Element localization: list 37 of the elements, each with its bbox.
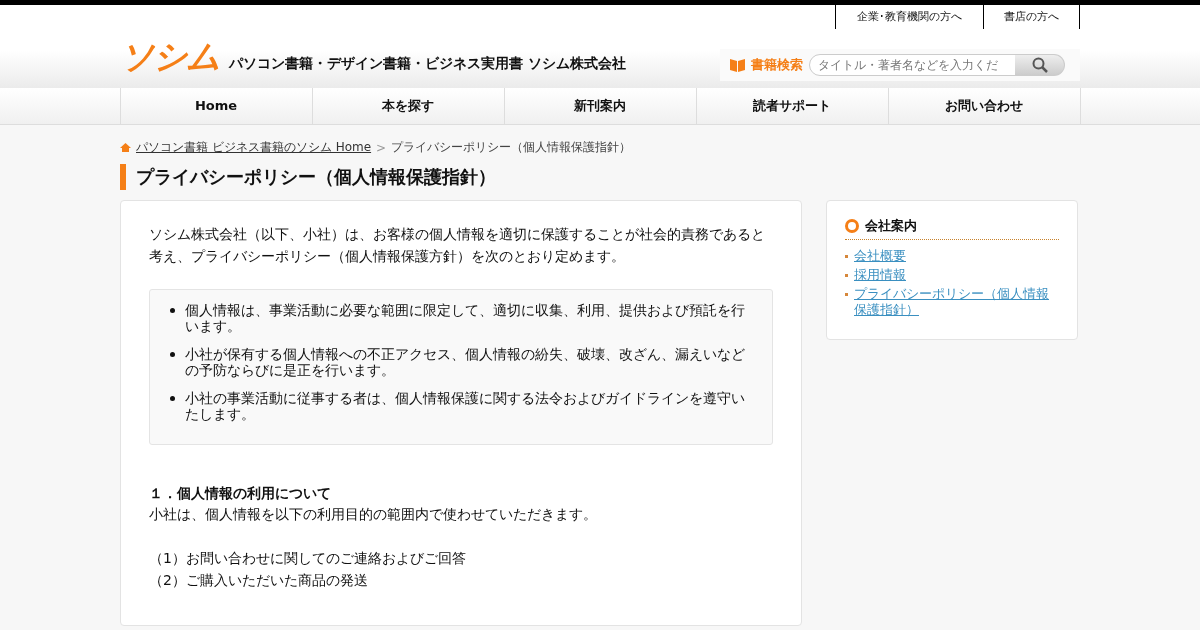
nav-tab[interactable]: お問い合わせ <box>888 88 1081 124</box>
principle-text: 小社が保有する個人情報への不正アクセス、個人情報の紛失、破壊、改ざん、漏えいなどの予防ならびに是正を行います。 <box>185 346 746 378</box>
search-button[interactable] <box>1015 54 1065 76</box>
sidebar-link[interactable]: プライバシーポリシー（個人情報保護指針） <box>854 286 1059 318</box>
nav-tab[interactable]: 本を探す <box>312 88 505 124</box>
page-title: プライバシーポリシー（個人情報保護指針） <box>120 164 1080 190</box>
bullet-icon <box>845 255 848 258</box>
nav-tab[interactable]: Home <box>120 88 313 124</box>
purpose-item: （2）ご購入いただいた商品の発送 <box>149 571 369 590</box>
bullet-icon <box>845 293 848 296</box>
sidebar-link[interactable]: 採用情報 <box>854 267 906 283</box>
sidebar-link[interactable]: 会社概要 <box>854 248 906 264</box>
bullet-icon <box>170 308 175 313</box>
top-link[interactable]: 書店の方へ <box>983 5 1080 29</box>
breadcrumb-link[interactable]: パソコン書籍 ビジネス書籍のソシム Home <box>136 139 372 156</box>
nav-tab[interactable]: 読者サポート <box>696 88 889 124</box>
purpose-item: （1）お問い合わせに関してのご連絡およびご回答 <box>149 549 467 568</box>
home-icon <box>120 143 131 152</box>
bullet-icon <box>170 352 175 357</box>
bullet-icon <box>845 274 848 277</box>
search-icon <box>1031 57 1048 73</box>
top-link[interactable]: 企業･教育機関の方へ <box>835 5 983 29</box>
section-text: 小社は、個人情報を以下の利用目的の範囲内で使わせていただきます。 <box>149 505 598 524</box>
principle-text: 小社の事業活動に従事する者は、個人情報保護に関する法令およびガイドラインを遵守いたします。 <box>185 390 746 422</box>
book-icon <box>730 58 745 72</box>
ring-icon <box>845 219 859 233</box>
bullet-icon <box>170 396 175 401</box>
breadcrumb-separator: > <box>376 140 387 155</box>
search-field[interactable]: タイトル・著者名などを入力くだ <box>809 54 1017 76</box>
tagline: パソコン書籍・デザイン書籍・ビジネス実用書 ソシム株式会社 <box>229 55 626 73</box>
search-label: 書籍検索 <box>751 56 803 74</box>
nav-tab[interactable]: 新刊案内 <box>504 88 697 124</box>
breadcrumb-current: プライバシーポリシー（個人情報保護指針） <box>391 139 632 156</box>
principle-text: 個人情報は、事業活動に必要な範囲に限定して、適切に収集、利用、提供および預託を行います。 <box>185 302 746 334</box>
sidebar-title: 会社案内 <box>865 217 917 235</box>
section-heading: １．個人情報の利用について <box>149 484 332 503</box>
intro-paragraph: ソシム株式会社（以下、小社）は、お客様の個人情報を適切に保護することが社会的責務であると考え、プライバシーポリシー（個人情報保護方針）を次のとおり定めます。 <box>149 225 766 266</box>
